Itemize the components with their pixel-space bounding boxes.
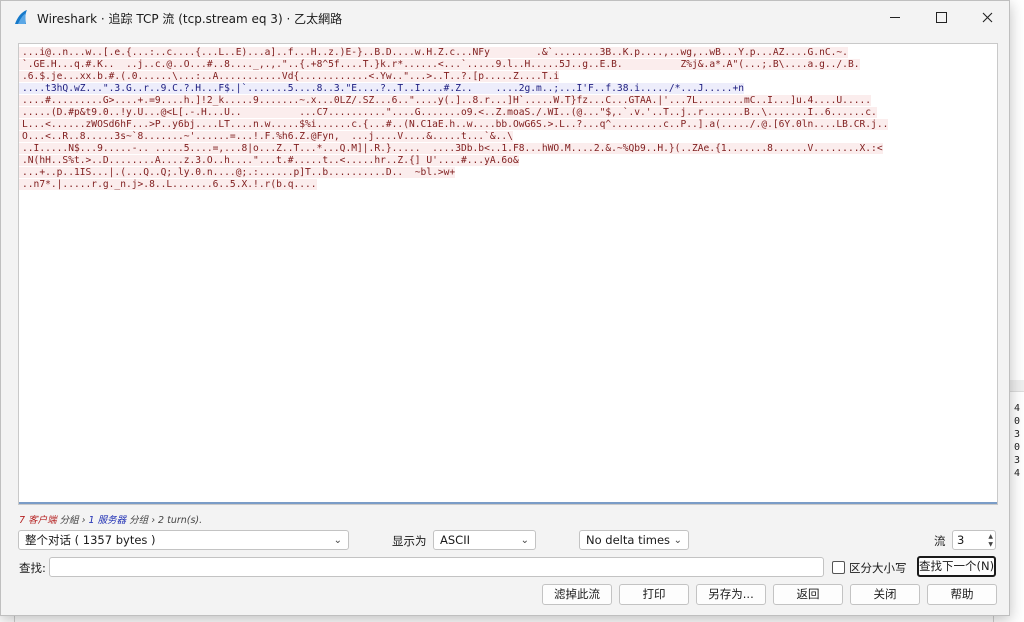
minimize-icon	[890, 17, 900, 18]
client-data-line: ..n7*.|.....r.g._n.j>.8..L.......6..5.X.…	[19, 179, 317, 190]
find-input[interactable]	[49, 557, 824, 577]
conversation-select[interactable]: 整个对话 ( 1357 bytes ) ⌄	[18, 530, 349, 550]
summary-separator: ›	[151, 515, 155, 526]
filter-out-stream-button[interactable]: 滤掉此流	[542, 584, 612, 605]
stream-number-label: 流	[934, 534, 946, 548]
case-sensitive-label: 区分大小写	[849, 561, 907, 575]
display-as-label: 显示为	[392, 534, 427, 548]
stream-number-value: 3	[957, 533, 965, 547]
delta-times-value: No delta times	[586, 533, 671, 547]
close-button[interactable]: 关闭	[850, 584, 920, 605]
client-data-line: ....#.........G>....+.=9....h.]!2_k.....…	[19, 95, 872, 106]
close-window-button[interactable]	[964, 1, 1010, 34]
window-title: Wireshark · 追踪 TCP 流 (tcp.stream eq 3) ·…	[37, 12, 343, 26]
case-sensitive-checkbox[interactable]	[832, 561, 845, 574]
stream-number-spinbox[interactable]: 3 ▲ ▼	[952, 530, 996, 550]
client-data-line: O...<..R..8.....3s~`8.......~'......=...…	[19, 131, 513, 142]
delta-times-select[interactable]: No delta times ⌄	[579, 530, 689, 550]
server-count: 1	[88, 515, 95, 526]
find-label: 查找:	[19, 561, 46, 575]
wireshark-fin-icon	[15, 10, 27, 24]
spin-up-icon[interactable]: ▲	[988, 533, 993, 540]
follow-tcp-stream-dialog: Wireshark · 追踪 TCP 流 (tcp.stream eq 3) ·…	[0, 0, 1010, 616]
client-data-line: .6.$.je...xx.b.#.(.0......\...:..A......…	[19, 71, 560, 82]
client-data-line: .N(hH..S%t.>..D........A....z.3.O..h....…	[19, 155, 519, 166]
close-icon	[982, 12, 992, 23]
save-as-button[interactable]: 另存为...	[696, 584, 766, 605]
spin-down-icon[interactable]: ▼	[988, 541, 993, 548]
client-suffix: 分組	[59, 515, 79, 526]
chevron-down-icon: ⌄	[520, 535, 529, 546]
server-suffix: 分组	[129, 515, 149, 526]
summary-separator: ›	[81, 515, 86, 526]
display-as-select[interactable]: ASCII ⌄	[433, 530, 536, 550]
find-next-button[interactable]: 查找下一个(N)	[917, 556, 996, 577]
display-as-value: ASCII	[440, 533, 470, 547]
client-data-line: ..I.....N$...9.....-.. .....5....=,...8|…	[19, 143, 883, 154]
horizontal-scrollbar[interactable]	[19, 502, 997, 504]
minimize-button[interactable]	[872, 1, 918, 34]
chevron-down-icon: ⌄	[333, 535, 342, 546]
client-data-line: ...i@..n...w..[.e.{...:..c....{...L..E).…	[19, 47, 848, 58]
print-button[interactable]: 打印	[619, 584, 689, 605]
stream-content-text[interactable]: ...i@..n...w..[.e.{...:..c....{...L..E).…	[18, 43, 998, 505]
conversation-select-value: 整个对话 ( 1357 bytes )	[25, 533, 156, 547]
client-data-line: `.GE.H...q.#.K.. ..j..c.@..O...#..8...._…	[19, 59, 860, 70]
client-label: 客户端	[28, 515, 57, 526]
server-data-line: ....t3hQ.wZ...".3.G..r..9.C.?.H...F$.|`.…	[19, 83, 744, 94]
maximize-button[interactable]	[918, 1, 964, 34]
server-label: 服务器	[97, 515, 127, 526]
back-button[interactable]: 返回	[773, 584, 843, 605]
title-bar[interactable]: Wireshark · 追踪 TCP 流 (tcp.stream eq 3) ·…	[1, 1, 1009, 34]
maximize-icon	[935, 12, 947, 23]
help-button[interactable]: 帮助	[927, 584, 997, 605]
stream-summary: 7 客户端 分組 › 1 服务器 分组 › 2 turn(s).	[19, 512, 202, 526]
chevron-down-icon: ⌄	[673, 535, 682, 546]
client-data-line: .....(D.#p&t9.0..!y.U...@<L[.-.H...U.. .…	[19, 107, 877, 118]
client-data-line: L...<......zWOSd6hF...>P..y6bj....LT....…	[19, 119, 889, 130]
turn-count: 2 turn(s).	[158, 515, 203, 526]
client-count: 7	[19, 515, 26, 526]
client-data-line: ...+..p..1IS...|.(...Q..Q;.ly.0.n....@;.…	[19, 167, 456, 178]
